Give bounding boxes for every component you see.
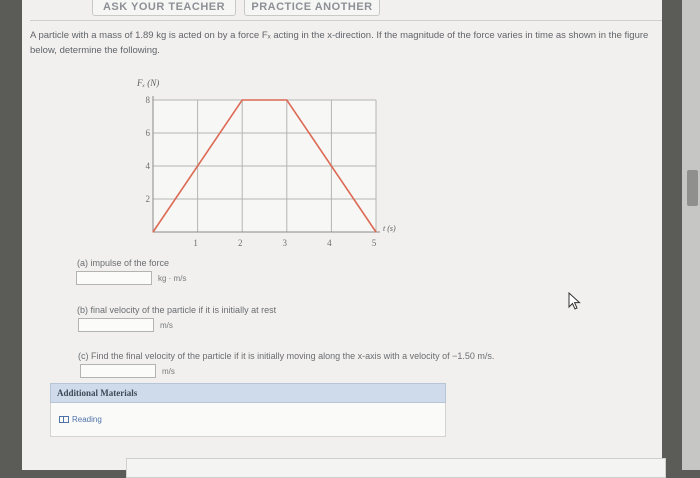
force-data-point — [375, 231, 377, 233]
cursor-icon — [568, 292, 581, 310]
header-divider — [30, 20, 662, 21]
additional-materials-title: Additional Materials — [57, 388, 138, 398]
x-tick-label: 2 — [238, 238, 243, 248]
part-c-answer-input[interactable] — [80, 364, 156, 378]
y-axis-label: Fₓ (N) — [136, 78, 159, 88]
ask-teacher-button[interactable]: ASK YOUR TEACHER — [92, 0, 236, 16]
part-b-answer-input[interactable] — [78, 318, 154, 332]
question-page: ASK YOUR TEACHER PRACTICE ANOTHER A part… — [22, 0, 666, 478]
part-a-unit: kg · m/s — [158, 274, 187, 283]
reading-link-label: Reading — [72, 415, 102, 424]
part-c-unit: m/s — [162, 367, 175, 376]
x-tick-label: 1 — [193, 238, 198, 248]
problem-statement: A particle with a mass of 1.89 kg is act… — [30, 30, 649, 56]
y-tick-label: 6 — [146, 128, 151, 138]
y-tick-label: 4 — [146, 161, 151, 171]
part-a-answer-input[interactable] — [76, 271, 152, 285]
force-data-point — [241, 99, 243, 101]
practice-another-button[interactable]: PRACTICE ANOTHER — [244, 0, 380, 16]
part-c-label: (c) Find the final velocity of the parti… — [78, 351, 495, 361]
x-tick-label: 4 — [327, 238, 332, 248]
force-time-chart: 1 2 3 4 5 2 4 6 8 Fₓ (N) t (s) — [136, 78, 396, 248]
y-tick-label: 2 — [146, 194, 151, 204]
x-tick-label: 5 — [372, 238, 377, 248]
x-axis-label: t (s) — [383, 224, 396, 233]
bottom-panel — [126, 458, 666, 478]
part-b-label: (b) final velocity of the particle if it… — [77, 305, 277, 315]
additional-materials-panel: Reading — [50, 403, 446, 437]
part-a-label: (a) impulse of the force — [77, 258, 170, 268]
x-tick-label: 3 — [283, 238, 288, 248]
reading-link[interactable]: Reading — [59, 415, 102, 424]
scrollbar-thumb[interactable] — [687, 170, 698, 206]
part-b-unit: m/s — [160, 321, 173, 330]
force-data-point — [286, 99, 288, 101]
y-tick-label: 8 — [146, 95, 151, 105]
force-data-point — [152, 231, 154, 233]
book-icon — [59, 416, 69, 423]
additional-materials-header[interactable]: Additional Materials — [50, 383, 446, 403]
scrollbar[interactable] — [682, 0, 700, 470]
